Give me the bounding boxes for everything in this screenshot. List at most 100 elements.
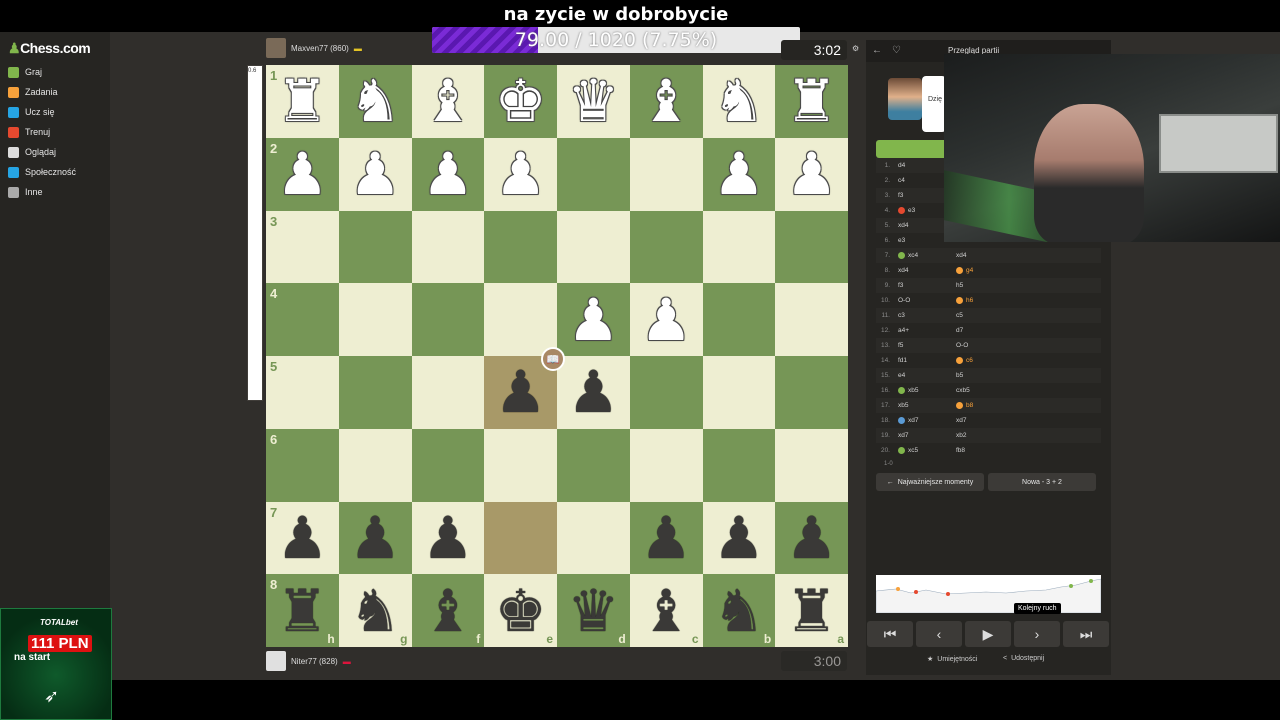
black-move[interactable]: cxb5 — [956, 387, 1016, 394]
board-square[interactable]: ♝ c — [629, 574, 703, 647]
white-move[interactable]: c3 — [898, 312, 956, 319]
white-bishop-icon[interactable]: ♝ — [422, 72, 474, 130]
white-rook-icon[interactable]: ♜ — [786, 72, 838, 130]
board-square[interactable] — [338, 356, 412, 429]
black-pawn-icon[interactable]: ♟ — [276, 509, 328, 567]
white-pawn-icon[interactable]: ♟ — [713, 145, 765, 203]
board-square[interactable]: ♟ 2 — [266, 137, 339, 211]
white-move[interactable]: xc5 — [898, 446, 956, 454]
board-square[interactable] — [411, 283, 485, 356]
board-square[interactable]: ♟ — [557, 283, 630, 356]
board-square[interactable] — [338, 210, 412, 284]
board-square[interactable]: ♟ — [484, 137, 557, 211]
board-square[interactable]: ♝ f — [411, 574, 485, 647]
play-button[interactable]: ▶ — [965, 621, 1011, 647]
black-move[interactable]: c5 — [956, 312, 1016, 319]
board-square[interactable] — [557, 428, 630, 502]
board-square[interactable]: ♛ d — [557, 574, 630, 647]
board-square[interactable] — [557, 210, 630, 284]
board-square[interactable]: ♟ — [629, 501, 703, 575]
black-pawn-icon[interactable]: ♟ — [786, 509, 838, 567]
sidebar-item-5[interactable]: Społeczność — [8, 163, 76, 181]
sidebar-item-3[interactable]: Trenuj — [8, 123, 50, 141]
board-square[interactable]: ♚ — [484, 65, 557, 138]
white-pawn-icon[interactable]: ♟ — [422, 145, 474, 203]
board-square[interactable] — [629, 356, 703, 429]
board-square[interactable] — [411, 356, 485, 429]
black-move[interactable]: xd7 — [956, 417, 1016, 424]
board-square[interactable]: ♟ — [338, 501, 412, 575]
black-pawn-icon[interactable]: ♟ — [713, 509, 765, 567]
board-square[interactable]: ♟ — [775, 137, 848, 211]
board-square[interactable] — [338, 428, 412, 502]
sidebar-item-4[interactable]: Oglądaj — [8, 143, 56, 161]
board-square[interactable]: ♛ — [557, 65, 630, 138]
white-move[interactable]: xd4 — [898, 267, 956, 274]
board-square[interactable]: 4 — [266, 283, 339, 356]
board-square[interactable] — [702, 283, 776, 356]
black-bishop-icon[interactable]: ♝ — [422, 582, 474, 640]
black-move[interactable]: fb8 — [956, 447, 1016, 454]
black-move[interactable]: xd4 — [956, 252, 1016, 259]
board-square[interactable]: ♚ e — [484, 574, 557, 647]
board-square[interactable]: 5 — [266, 356, 339, 429]
board-square[interactable]: ♟ — [702, 501, 776, 575]
white-move[interactable]: f5 — [898, 342, 956, 349]
white-pawn-icon[interactable]: ♟ — [495, 145, 547, 203]
board-square[interactable]: ♞ — [702, 65, 776, 138]
black-knight-icon[interactable]: ♞ — [349, 582, 401, 640]
black-king-icon[interactable]: ♚ — [495, 582, 547, 640]
black-move[interactable]: b8 — [956, 401, 1016, 409]
board-square[interactable] — [411, 210, 485, 284]
white-pawn-icon[interactable]: ♟ — [276, 145, 328, 203]
black-pawn-icon[interactable]: ♟ — [567, 363, 619, 421]
board-square[interactable]: ♞ b — [702, 574, 776, 647]
white-pawn-icon[interactable]: ♟ — [640, 291, 692, 349]
white-move[interactable]: xb5 — [898, 386, 956, 394]
black-rook-icon[interactable]: ♜ — [786, 582, 838, 640]
last-move-button[interactable]: ⏭ — [1063, 621, 1109, 647]
board-square[interactable]: 6 — [266, 428, 339, 502]
black-pawn-icon[interactable]: ♟ — [422, 509, 474, 567]
board-square[interactable] — [484, 283, 557, 356]
board-square[interactable]: ♟ — [775, 501, 848, 575]
next-move-button[interactable]: › — [1014, 621, 1060, 647]
back-arrow-icon[interactable]: ← — [872, 45, 882, 56]
white-pawn-icon[interactable]: ♟ — [349, 145, 401, 203]
board-square[interactable]: ♟ 7 — [266, 501, 339, 575]
black-move[interactable]: h6 — [956, 296, 1016, 304]
black-pawn-icon[interactable]: ♟ — [349, 509, 401, 567]
board-square[interactable] — [629, 137, 703, 211]
board-square[interactable]: ♟ — [702, 137, 776, 211]
white-move[interactable]: xd7 — [898, 432, 956, 439]
white-bishop-icon[interactable]: ♝ — [640, 72, 692, 130]
board-square[interactable] — [557, 501, 630, 575]
black-move[interactable]: b5 — [956, 372, 1016, 379]
white-move[interactable]: a4+ — [898, 327, 956, 334]
white-rook-icon[interactable]: ♜ — [276, 72, 328, 130]
white-king-icon[interactable]: ♚ — [495, 72, 547, 130]
bottom-player[interactable]: Niter77 (828) ▬ — [266, 651, 351, 671]
black-queen-icon[interactable]: ♛ — [567, 582, 619, 640]
white-move[interactable]: O-O — [898, 297, 956, 304]
white-pawn-icon[interactable]: ♟ — [567, 291, 619, 349]
sidebar-item-6[interactable]: Inne — [8, 183, 43, 201]
board-square[interactable]: ♟ — [629, 283, 703, 356]
board-square[interactable]: 3 — [266, 210, 339, 284]
top-player[interactable]: Maxven77 (860) ▬ — [266, 38, 362, 58]
board-square[interactable]: ♟ — [411, 501, 485, 575]
board-square[interactable]: ♟ — [338, 137, 412, 211]
black-move[interactable]: xb2 — [956, 432, 1016, 439]
settings-gear-icon[interactable]: ⚙ — [852, 44, 859, 53]
board-square[interactable]: ♞ — [338, 65, 412, 138]
board-square[interactable]: ♜ 8 h — [266, 574, 339, 647]
black-pawn-icon[interactable]: ♟ — [495, 363, 547, 421]
evaluation-graph[interactable] — [876, 575, 1101, 613]
white-move[interactable]: f3 — [898, 282, 956, 289]
board-square[interactable] — [629, 210, 703, 284]
board-square[interactable] — [775, 283, 848, 356]
black-rook-icon[interactable]: ♜ — [276, 582, 328, 640]
white-move[interactable]: xd7 — [898, 416, 956, 424]
white-move[interactable]: fd1 — [898, 357, 956, 364]
chesscom-logo[interactable]: ♟Chess.com — [8, 40, 91, 57]
